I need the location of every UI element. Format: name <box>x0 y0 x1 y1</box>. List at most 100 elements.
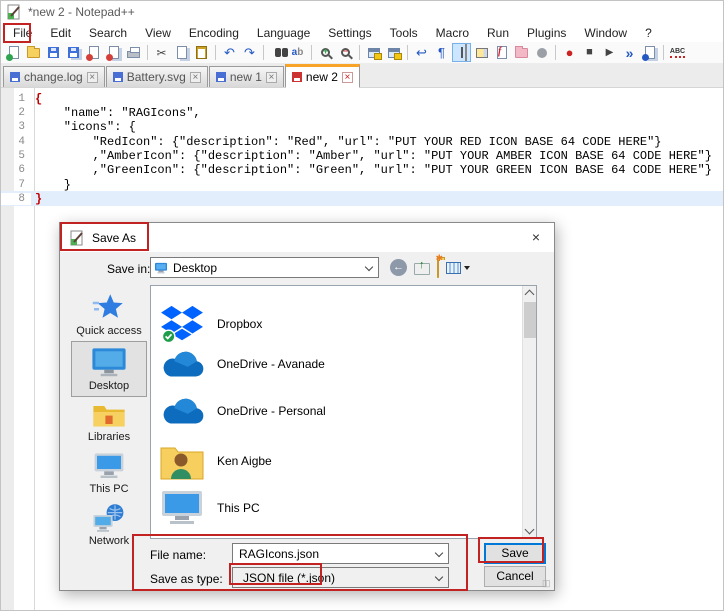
scrollbar-vertical[interactable] <box>522 286 536 538</box>
list-item-dropbox[interactable]: Dropbox <box>159 304 262 344</box>
menu-settings[interactable]: Settings <box>319 24 380 42</box>
view-menu-icon[interactable] <box>446 262 470 274</box>
tab-close-icon[interactable]: × <box>87 72 98 83</box>
macro-save-icon[interactable]: » <box>620 43 639 62</box>
up-one-level-icon[interactable]: ↑ <box>414 263 430 275</box>
save-file-icon[interactable] <box>44 43 63 62</box>
save-all-icon[interactable] <box>64 43 83 62</box>
macro-play-icon[interactable]: ▶ <box>600 43 619 62</box>
dialog-title-bar[interactable]: Save As × <box>60 223 554 252</box>
cut-icon[interactable]: ✂ <box>152 43 171 62</box>
word-wrap-icon[interactable]: ↩ <box>412 43 431 62</box>
toolbar-separator <box>263 45 264 60</box>
zoom-in-icon[interactable]: + <box>316 43 335 62</box>
save-in-value: Desktop <box>173 261 217 275</box>
toolbar-separator <box>663 45 664 60</box>
save-as-type-dropdown[interactable]: JSON file (*.json) <box>232 567 449 588</box>
place-libraries[interactable]: Libraries <box>71 397 147 447</box>
macro-stop-icon[interactable]: ■ <box>580 43 599 62</box>
save-as-dialog: Save As × Save in: Desktop ← ↑ ✱ Quick a… <box>59 222 555 591</box>
folder-as-workspace-icon[interactable] <box>512 43 531 62</box>
user-folder-icon <box>160 442 204 480</box>
menu-view[interactable]: View <box>136 24 180 42</box>
menu-help[interactable]: ? <box>636 24 661 42</box>
notepadpp-dialog-icon <box>69 230 85 246</box>
scroll-down-icon[interactable] <box>525 525 535 535</box>
sync-vertical-icon[interactable] <box>364 43 383 62</box>
tab-close-icon[interactable]: × <box>190 72 201 83</box>
file-name-label: File name: <box>150 548 206 562</box>
paste-icon[interactable] <box>192 43 211 62</box>
chevron-down-icon <box>435 573 443 581</box>
file-label: Dropbox <box>217 317 262 331</box>
unsaved-file-icon <box>292 72 302 82</box>
list-item-clipped-folder[interactable] <box>159 534 205 539</box>
zoom-out-icon[interactable]: − <box>336 43 355 62</box>
macro-run-multiple-icon[interactable] <box>640 43 659 62</box>
toolbar-separator <box>407 45 408 60</box>
place-desktop[interactable]: Desktop <box>71 341 147 397</box>
print-icon[interactable] <box>124 43 143 62</box>
save-button[interactable]: Save <box>484 543 546 564</box>
close-icon[interactable]: × <box>526 227 546 247</box>
scroll-thumb[interactable] <box>524 302 536 338</box>
menu-tools[interactable]: Tools <box>381 24 427 42</box>
toolbar-separator <box>359 45 360 60</box>
list-item-ken-aigbe[interactable]: Ken Aigbe <box>159 442 272 480</box>
spell-check-icon[interactable]: ABC <box>668 43 687 62</box>
menu-encoding[interactable]: Encoding <box>180 24 248 42</box>
list-item-onedrive-avanade[interactable]: OneDrive - Avanade <box>159 349 325 379</box>
tab-label: new 1 <box>230 70 262 84</box>
dialog-location-row: Save in: Desktop ← ↑ ✱ <box>60 252 554 286</box>
menu-plugins[interactable]: Plugins <box>518 24 575 42</box>
save-in-label: Save in: <box>107 262 150 276</box>
copy-icon[interactable] <box>172 43 191 62</box>
code-line: 3 "icons": { <box>1 119 723 134</box>
menu-search[interactable]: Search <box>80 24 136 42</box>
close-file-icon[interactable] <box>84 43 103 62</box>
undo-icon[interactable]: ↶ <box>220 43 239 62</box>
menu-edit[interactable]: Edit <box>41 24 80 42</box>
menu-language[interactable]: Language <box>248 24 319 42</box>
tab-battery-svg[interactable]: Battery.svg × <box>106 66 208 87</box>
open-file-icon[interactable] <box>24 43 43 62</box>
document-map-icon[interactable] <box>472 43 491 62</box>
new-folder-icon[interactable]: ✱ <box>437 260 439 278</box>
place-quick-access[interactable]: Quick access <box>71 289 147 341</box>
find-icon[interactable] <box>268 43 287 62</box>
list-item-this-pc[interactable]: This PC <box>159 489 260 527</box>
tab-new-2-active[interactable]: new 2 × <box>285 64 360 88</box>
macro-record-icon[interactable]: ● <box>560 43 579 62</box>
menu-window[interactable]: Window <box>575 24 636 42</box>
tab-close-icon[interactable]: × <box>342 72 353 83</box>
menu-file[interactable]: File <box>4 24 41 42</box>
cancel-button[interactable]: Cancel <box>484 566 546 587</box>
go-back-icon[interactable]: ← <box>390 259 407 276</box>
function-list-icon[interactable]: f <box>492 43 511 62</box>
onedrive-cloud-icon <box>159 349 205 379</box>
tab-new-1[interactable]: new 1 × <box>209 66 284 87</box>
replace-icon[interactable]: ab <box>288 43 307 62</box>
scroll-up-icon[interactable] <box>525 290 535 300</box>
resize-grip[interactable]: ◫ <box>542 578 552 588</box>
list-item-onedrive-personal[interactable]: OneDrive - Personal <box>159 396 326 426</box>
monitoring-icon[interactable] <box>532 43 551 62</box>
saved-file-icon <box>10 72 20 82</box>
place-this-pc[interactable]: This PC <box>71 447 147 499</box>
file-list[interactable]: Dropbox OneDrive - Avanade OneDrive - Pe… <box>150 285 537 539</box>
new-file-icon[interactable] <box>4 43 23 62</box>
place-network[interactable]: Network <box>71 499 147 551</box>
tab-change-log[interactable]: change.log × <box>3 66 105 87</box>
close-all-icon[interactable] <box>104 43 123 62</box>
sync-horizontal-icon[interactable] <box>384 43 403 62</box>
indent-guide-icon[interactable] <box>452 43 471 62</box>
tab-close-icon[interactable]: × <box>266 72 277 83</box>
toolbar-separator <box>555 45 556 60</box>
menu-run[interactable]: Run <box>478 24 518 42</box>
redo-icon[interactable]: ↷ <box>240 43 259 62</box>
menu-macro[interactable]: Macro <box>427 24 478 42</box>
show-all-characters-icon[interactable]: ¶ <box>432 43 451 62</box>
save-in-dropdown[interactable]: Desktop <box>150 257 379 278</box>
folder-icon <box>162 534 202 539</box>
file-name-input[interactable]: RAGIcons.json <box>232 543 449 564</box>
